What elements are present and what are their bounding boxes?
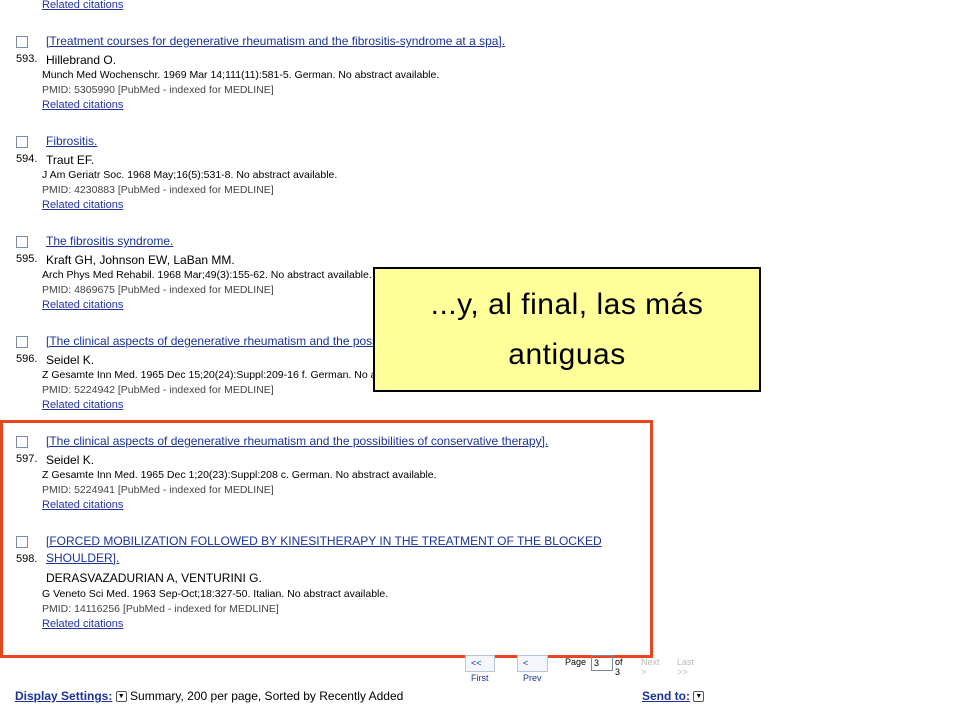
record-authors: Hillebrand O. [46, 53, 117, 67]
record-pmid: PMID: 4869675 [PubMed - indexed for MEDL… [42, 284, 274, 296]
record-title-link[interactable]: Fibrositis. [46, 133, 97, 150]
record-checkbox[interactable] [16, 136, 28, 148]
record-pmid: PMID: 5224942 [PubMed - indexed for MEDL… [42, 384, 274, 396]
callout-line-2: antiguas [508, 337, 626, 371]
related-citations-link[interactable]: Related citations [42, 399, 123, 411]
record-authors: Seidel K. [46, 353, 95, 367]
first-page-button[interactable]: << First [465, 655, 495, 683]
related-citations-link[interactable]: Related citations [42, 199, 123, 211]
record-source: Arch Phys Med Rehabil. 1968 Mar;49(3):15… [42, 269, 372, 281]
record-pmid: PMID: 4230883 [PubMed - indexed for MEDL… [42, 184, 274, 196]
record-authors: Traut EF. [46, 153, 95, 167]
page-label: Page [565, 657, 587, 667]
record-number: 595. [16, 253, 38, 265]
last-page-button: Last >> [677, 657, 695, 677]
prev-page-button[interactable]: < Prev [517, 655, 548, 683]
display-settings-link[interactable]: Display Settings: [15, 689, 112, 703]
next-page-button: Next > [641, 657, 660, 677]
record-number: 593. [16, 53, 38, 65]
record-number: 596. [16, 353, 38, 365]
related-citations-link[interactable]: Related citations [42, 299, 123, 311]
record-pmid: PMID: 5305990 [PubMed - indexed for MEDL… [42, 84, 274, 96]
record-title-link[interactable]: The fibrositis syndrome. [46, 233, 173, 250]
record-checkbox[interactable] [16, 336, 28, 348]
record-title-link[interactable]: [Treatment courses for degenerative rheu… [46, 33, 505, 50]
related-citations-link[interactable]: Related citations [42, 0, 123, 11]
display-settings: Display Settings: ▼ Summary, 200 per pag… [15, 689, 403, 703]
record-source: J Am Geriatr Soc. 1968 May;16(5):531-8. … [42, 169, 338, 181]
chevron-down-icon[interactable]: ▼ [693, 691, 705, 703]
callout-note: ...y, al final, las más antiguas [373, 267, 761, 392]
send-to: Send to: ▼ [642, 689, 705, 703]
record-checkbox[interactable] [16, 236, 28, 248]
record-checkbox[interactable] [16, 36, 28, 48]
highlight-box [0, 420, 653, 658]
page-count: of 3 [615, 657, 623, 677]
record-number: 594. [16, 153, 38, 165]
record-authors: Kraft GH, Johnson EW, LaBan MM. [46, 253, 235, 267]
chevron-down-icon[interactable]: ▼ [115, 691, 127, 703]
display-settings-value: Summary, 200 per page, Sorted by Recentl… [130, 689, 404, 703]
callout-line-1: ...y, al final, las más [430, 287, 704, 321]
page-number-input[interactable]: 3 [591, 655, 613, 671]
record-source: Munch Med Wochenschr. 1969 Mar 14;111(11… [42, 69, 440, 81]
related-citations-link[interactable]: Related citations [42, 99, 123, 111]
send-to-link[interactable]: Send to: [642, 689, 690, 703]
